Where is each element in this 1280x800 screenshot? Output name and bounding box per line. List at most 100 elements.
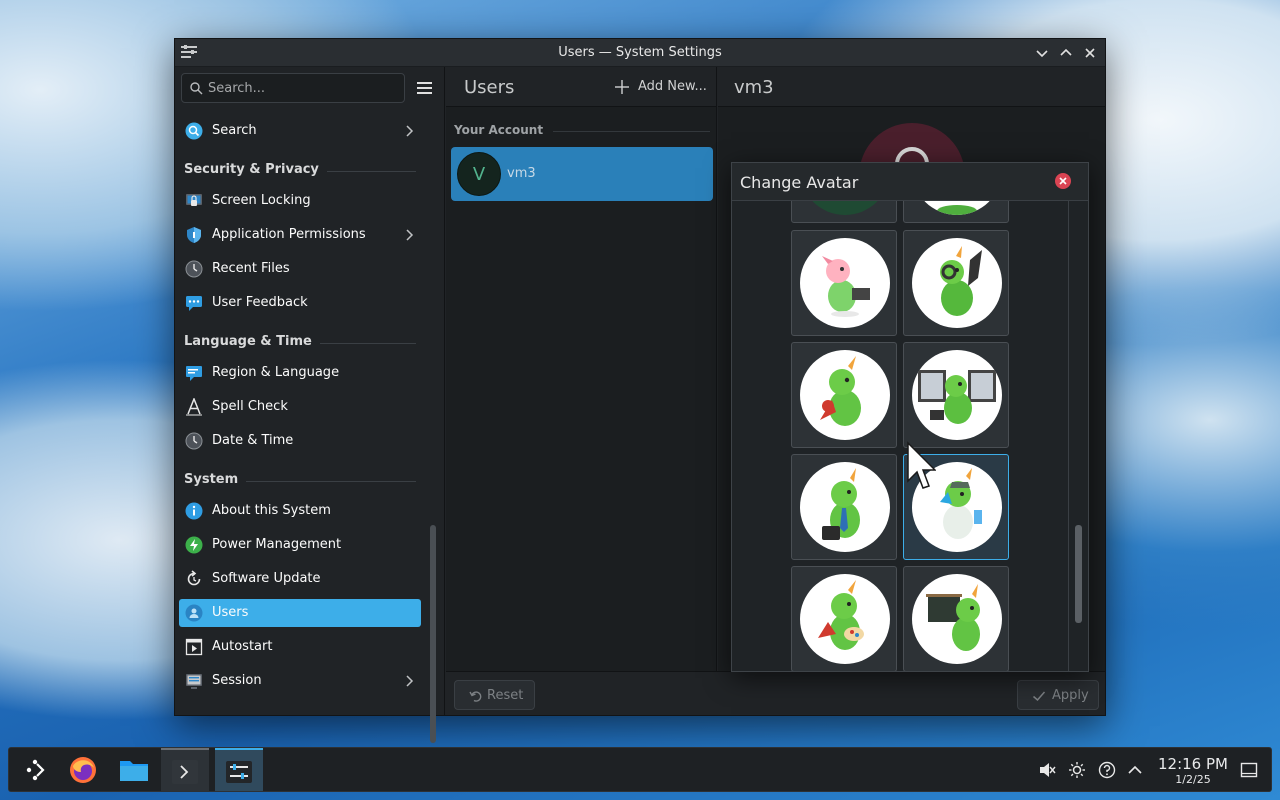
- sidebar-item-users[interactable]: Users: [179, 599, 421, 627]
- sidebar-item-date-time[interactable]: Date & Time: [179, 427, 421, 455]
- search-icon: [185, 122, 203, 140]
- sidebar-scrollbar[interactable]: [430, 525, 436, 743]
- clock-date[interactable]: 1/2/25: [1155, 773, 1231, 786]
- avatar-tile[interactable]: [903, 566, 1009, 671]
- sidebar-item-application-permissions[interactable]: Application Permissions: [179, 221, 421, 249]
- sidebar-item-label: Autostart: [212, 639, 273, 654]
- section-header-your-account: Your Account: [454, 123, 710, 139]
- file-manager-button[interactable]: [109, 748, 157, 791]
- sidebar-item-region-language[interactable]: Region & Language: [179, 359, 421, 387]
- avatar-tile[interactable]: [903, 342, 1009, 448]
- title-bar[interactable]: Users — System Settings: [175, 39, 1105, 67]
- sidebar-item-user-feedback[interactable]: User Feedback: [179, 289, 421, 317]
- avatar-tile[interactable]: [903, 201, 1009, 223]
- konqi-business-avatar: [800, 462, 890, 552]
- sidebar-item-label: Session: [212, 673, 262, 688]
- sidebar-item-label: Search: [212, 123, 257, 138]
- konqi-musician-avatar: [912, 238, 1002, 328]
- undo-icon: [469, 691, 482, 702]
- spell-check-icon: [186, 398, 202, 416]
- users-list-panel: Users Add New... Your Account V vm3: [446, 67, 717, 671]
- sidebar-item-label: Spell Check: [212, 399, 288, 414]
- sidebar-item-label: Power Management: [212, 537, 342, 552]
- volume-muted-icon[interactable]: [1038, 761, 1056, 779]
- folder-icon: [120, 761, 148, 781]
- sidebar-item-about[interactable]: About this System: [179, 497, 421, 525]
- session-icon: [186, 674, 202, 689]
- sidebar-item-power[interactable]: Power Management: [179, 531, 421, 559]
- reset-label: Reset: [487, 688, 524, 703]
- dialog-scrollbar[interactable]: [1075, 525, 1082, 623]
- avatar-image: [912, 201, 1002, 215]
- sidebar-item-label: Recent Files: [212, 261, 290, 276]
- detail-title: vm3: [734, 77, 774, 98]
- sidebar-item-label: Software Update: [212, 571, 321, 586]
- terminal-button[interactable]: [161, 748, 209, 791]
- update-icon: [187, 570, 201, 586]
- detail-header: vm3: [718, 67, 1105, 107]
- clock-icon: [185, 260, 203, 278]
- avatar-image: [800, 201, 890, 215]
- show-desktop-icon[interactable]: [1240, 761, 1258, 779]
- avatar-tile[interactable]: [791, 342, 897, 448]
- system-settings-button[interactable]: [215, 748, 263, 791]
- power-icon: [185, 536, 203, 554]
- konqi-painter-avatar: [800, 574, 890, 664]
- footer-bar: Reset Apply: [446, 671, 1105, 715]
- konqi-cape-avatar: [800, 350, 890, 440]
- avatar-tile[interactable]: [791, 201, 897, 223]
- sidebar-item-label: Users: [212, 605, 249, 620]
- app-launcher-button[interactable]: [11, 748, 59, 791]
- avatar-tile[interactable]: [903, 230, 1009, 336]
- sidebar-search[interactable]: [181, 73, 405, 103]
- chevron-right-icon: [406, 675, 414, 687]
- page-title: Users: [464, 77, 515, 98]
- avatar-grid[interactable]: [732, 201, 1088, 671]
- sidebar-item-session[interactable]: Session: [179, 667, 421, 695]
- avatar-tile[interactable]: [791, 230, 897, 336]
- sidebar-item-screen-locking[interactable]: Screen Locking: [179, 187, 421, 215]
- window-title: Users — System Settings: [558, 45, 722, 60]
- section-header-security: Security & Privacy: [184, 162, 416, 180]
- sidebar-item-label: Region & Language: [212, 365, 340, 380]
- taskbar: 12:16 PM 1/2/25: [8, 747, 1272, 792]
- maximize-icon[interactable]: [1057, 44, 1075, 62]
- add-new-label: Add New...: [638, 79, 707, 94]
- info-icon: [185, 502, 203, 520]
- apply-label: Apply: [1052, 688, 1089, 703]
- sidebar: Search Security & Privacy Screen Locking: [175, 67, 445, 743]
- sidebar-item-search[interactable]: Search: [179, 117, 421, 145]
- clock-icon: [185, 432, 203, 450]
- dialog-header: Change Avatar: [732, 163, 1088, 201]
- avatar-tile[interactable]: [791, 454, 897, 560]
- user-list-item[interactable]: V vm3: [451, 147, 713, 201]
- help-icon[interactable]: [1098, 761, 1116, 779]
- clock-time[interactable]: 12:16 PM: [1155, 755, 1231, 773]
- minimize-icon[interactable]: [1033, 44, 1051, 62]
- region-language-icon: [186, 366, 202, 381]
- chevron-right-icon: [406, 125, 414, 137]
- search-icon: [190, 82, 203, 95]
- close-icon[interactable]: [1054, 172, 1072, 190]
- firefox-icon: [70, 757, 96, 783]
- firefox-button[interactable]: [59, 748, 107, 791]
- apply-button[interactable]: Apply: [1017, 680, 1099, 710]
- section-header-system: System: [184, 472, 416, 490]
- sidebar-item-spell-check[interactable]: Spell Check: [179, 393, 421, 421]
- avatar: V: [457, 152, 501, 196]
- reset-button[interactable]: Reset: [454, 680, 535, 710]
- checkmark-icon: [1033, 691, 1046, 702]
- sidebar-item-autostart[interactable]: Autostart: [179, 633, 421, 661]
- users-icon: [185, 604, 203, 622]
- hamburger-menu-icon[interactable]: [415, 79, 435, 97]
- dialog-title: Change Avatar: [740, 173, 859, 192]
- close-icon[interactable]: [1081, 44, 1099, 62]
- chevron-up-icon[interactable]: [1126, 761, 1144, 779]
- avatar-tile[interactable]: [791, 566, 897, 671]
- search-input[interactable]: [208, 78, 398, 98]
- settings-sliders-icon: [226, 761, 252, 783]
- brightness-icon[interactable]: [1068, 761, 1086, 779]
- sidebar-item-software-update[interactable]: Software Update: [179, 565, 421, 593]
- sidebar-item-recent-files[interactable]: Recent Files: [179, 255, 421, 283]
- dialog-divider: [1068, 201, 1069, 671]
